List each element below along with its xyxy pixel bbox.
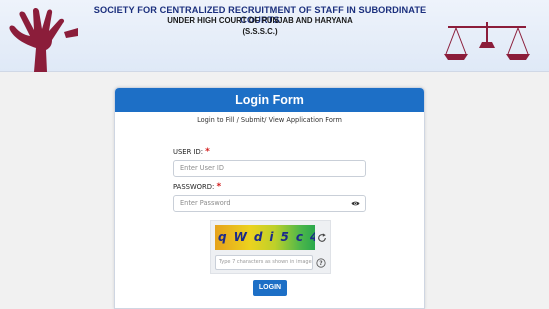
login-form-title: Login Form xyxy=(115,88,424,112)
eye-icon[interactable] xyxy=(351,200,360,207)
captcha-image: qWdi5c4 xyxy=(215,225,315,250)
site-header: SOCIETY FOR CENTRALIZED RECRUITMENT OF S… xyxy=(0,0,549,72)
user-id-input[interactable]: Enter User ID xyxy=(173,160,366,177)
user-id-label-text: USER ID: xyxy=(173,148,203,156)
svg-text:?: ? xyxy=(319,261,322,267)
password-input[interactable]: Enter Password xyxy=(173,195,366,212)
password-label: PASSWORD: * xyxy=(173,182,221,192)
login-button[interactable]: LOGIN xyxy=(253,280,287,296)
required-mark: * xyxy=(216,182,222,192)
login-card: Login Form Login to Fill / Submit/ View … xyxy=(114,87,425,309)
refresh-icon[interactable] xyxy=(317,233,327,243)
captcha-input[interactable]: Type 7 characters as shown in image xyxy=(215,255,313,270)
scales-of-justice-icon xyxy=(444,22,530,60)
help-icon[interactable]: ? xyxy=(316,258,326,268)
password-placeholder: Enter Password xyxy=(180,199,231,207)
user-id-label: USER ID: * xyxy=(173,147,210,157)
org-title-line2: UNDER HIGH COURT OF PUNJAB AND HARYANA xyxy=(167,16,353,25)
captcha-text: qWdi5c4 xyxy=(218,230,315,244)
required-mark: * xyxy=(205,147,210,157)
login-form-subtitle: Login to Fill / Submit/ View Application… xyxy=(197,116,342,124)
captcha-panel: qWdi5c4 Type 7 characters as shown in im… xyxy=(210,220,331,274)
open-hand-emblem-icon xyxy=(9,8,78,72)
password-label-text: PASSWORD: xyxy=(173,183,215,191)
org-title-abbr: (S.S.S.C.) xyxy=(242,27,278,36)
